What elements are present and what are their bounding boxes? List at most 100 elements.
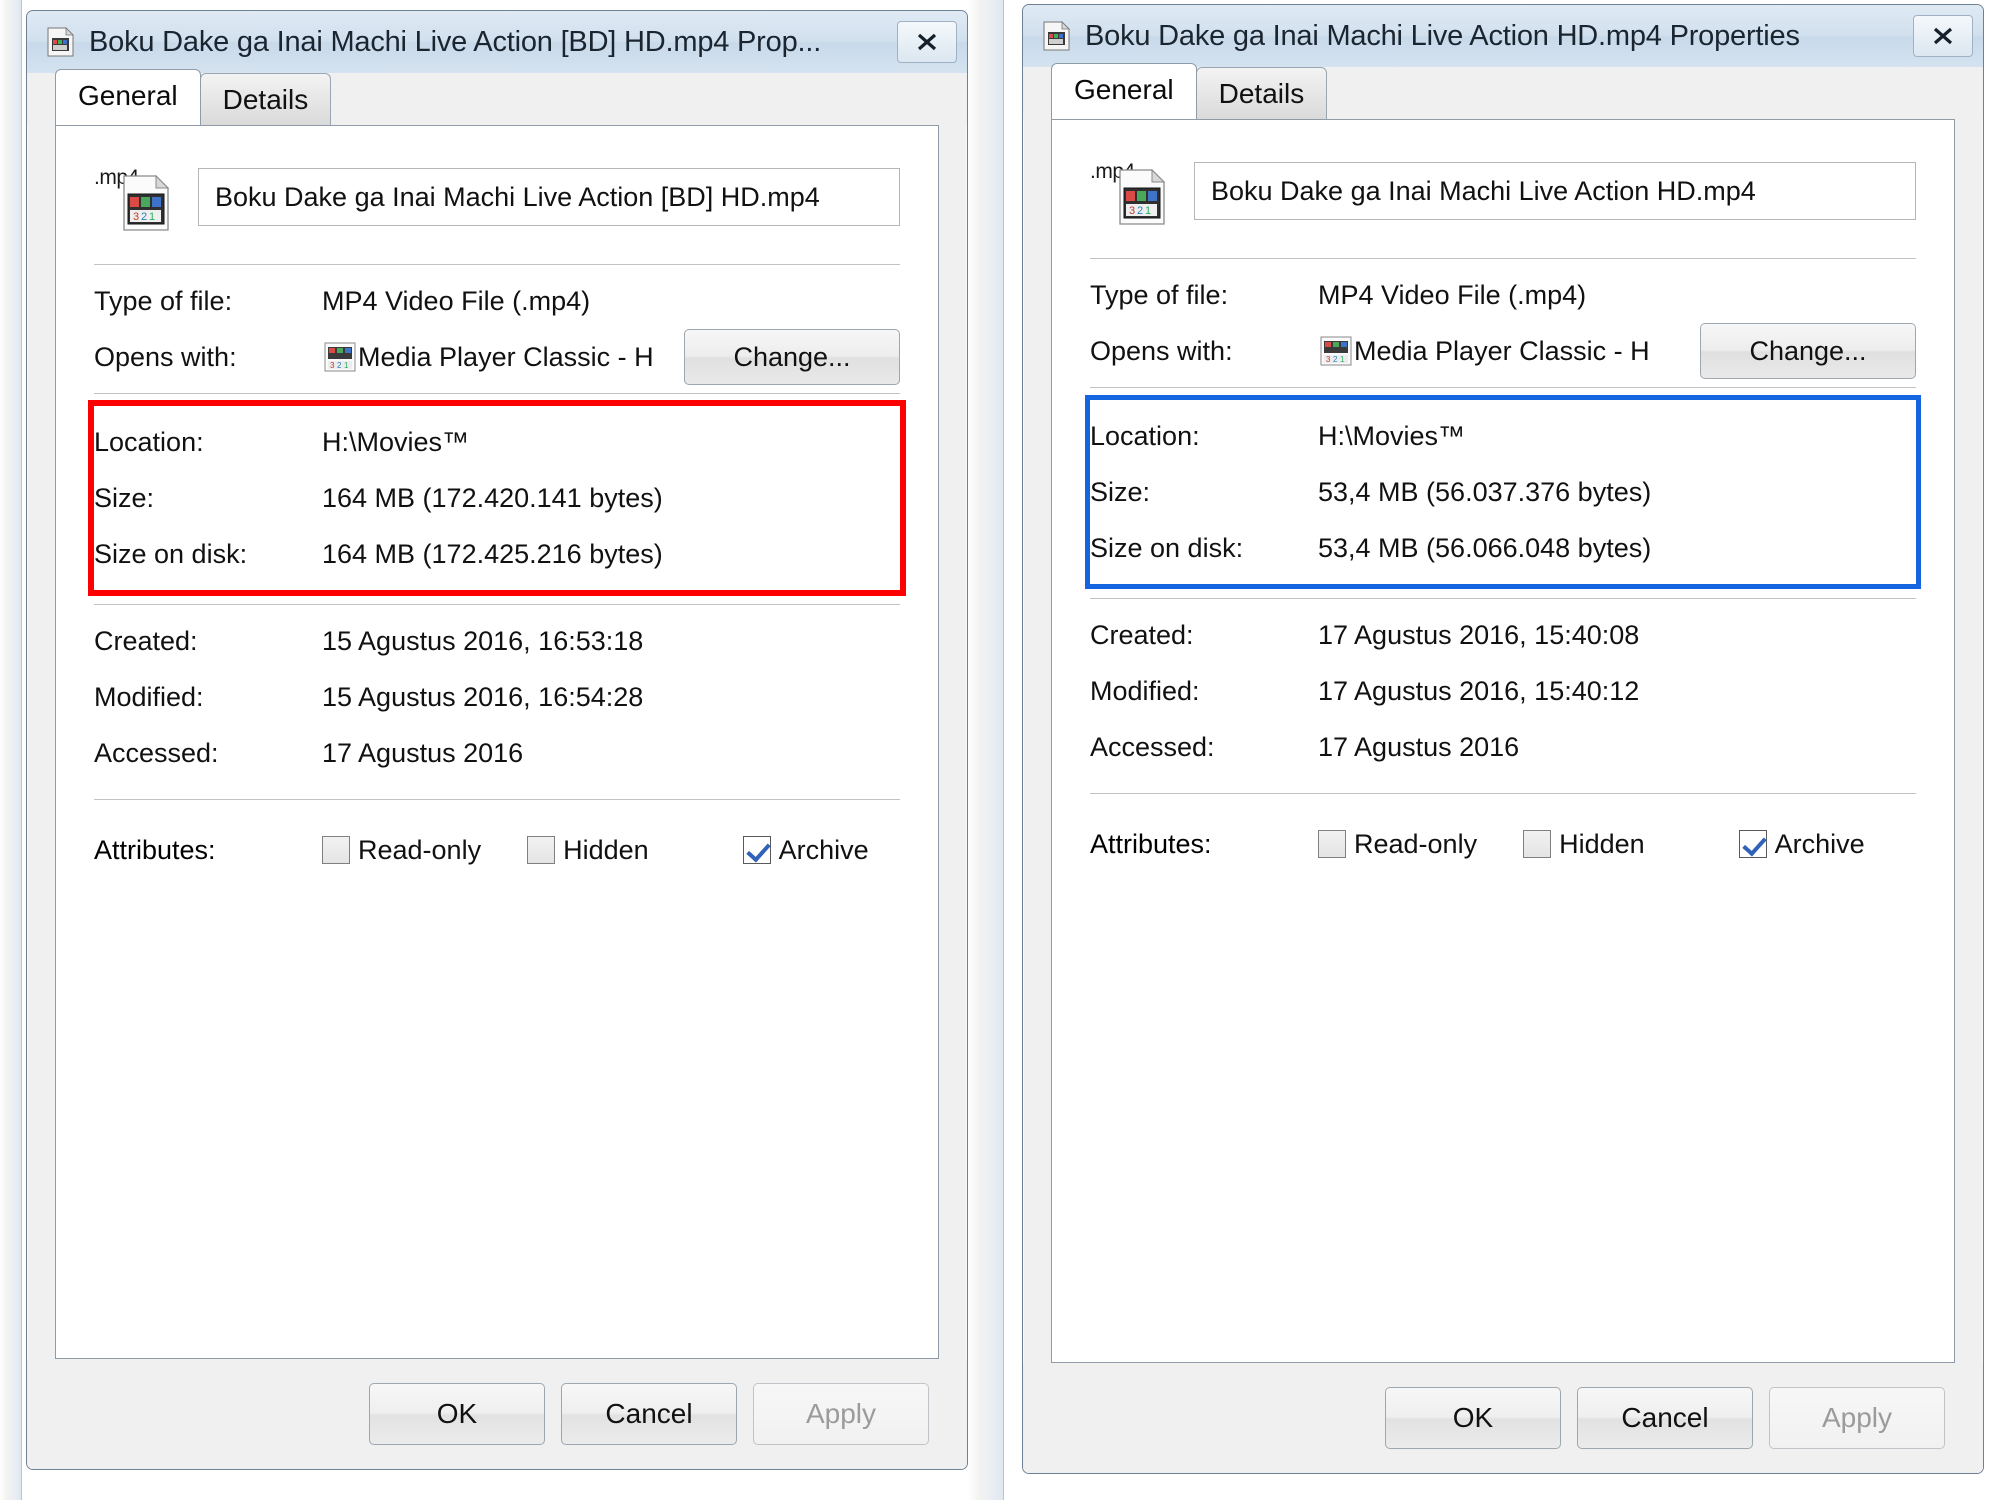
checkbox-label-read-only-right: Read-only — [1354, 828, 1478, 859]
modified-value-left: 15 Agustus 2016, 16:54:28 — [322, 681, 644, 712]
filename-value-left: Boku Dake ga Inai Machi Live Action [BD]… — [215, 181, 820, 212]
checkbox-box-read-only-right — [1318, 830, 1346, 858]
footer-right: OK Cancel Apply — [1023, 1363, 1983, 1473]
type-of-file-label-right: Type of file: — [1090, 279, 1229, 310]
tab-details-right[interactable]: Details — [1195, 67, 1328, 119]
size-label-left: Size: — [94, 482, 155, 513]
checkbox-hidden-right[interactable]: Hidden — [1523, 829, 1645, 860]
accessed-label-left: Accessed: — [94, 737, 219, 768]
filename-value-right: Boku Dake ga Inai Machi Live Action HD.m… — [1211, 175, 1756, 206]
dialog-title-right: Boku Dake ga Inai Machi Live Action HD.m… — [1085, 19, 1800, 52]
checkbox-read-only-left[interactable]: Read-only — [322, 835, 481, 866]
checkbox-label-read-only-left: Read-only — [358, 834, 482, 865]
media-player-classic-icon-left: 3 2 1 — [322, 340, 358, 374]
opens-with-value-left: Media Player Classic - H — [358, 341, 654, 372]
tabpage-general-left: .mp4 3 2 1 Boku Dake ga Inai Machi Live … — [55, 125, 939, 1359]
svg-text:3: 3 — [133, 211, 139, 223]
desktop-screen: Boku Dake ga Inai Machi Live Action [BD]… — [0, 0, 2000, 1500]
tab-details-left[interactable]: Details — [199, 73, 332, 125]
type-group-right: Type of file: MP4 Video File (.mp4) Open… — [1090, 259, 1916, 387]
checkbox-box-hidden-left — [527, 836, 556, 864]
size-value-left: 164 MB (172.420.141 bytes) — [322, 482, 663, 513]
type-of-file-row-left: Type of file: MP4 Video File (.mp4) — [94, 273, 900, 329]
checkbox-archive-left[interactable]: Archive — [742, 834, 869, 866]
cancel-button-left[interactable]: Cancel — [561, 1383, 737, 1445]
checkbox-box-archive-left — [742, 836, 771, 864]
separator-2-left — [94, 393, 900, 394]
checkbox-archive-right[interactable]: Archive — [1738, 829, 1865, 860]
properties-dialog-right[interactable]: Boku Dake ga Inai Machi Live Action HD.m… — [1022, 4, 1984, 1474]
accessed-value-left: 17 Agustus 2016 — [322, 737, 524, 768]
tab-general-left[interactable]: General — [55, 69, 201, 125]
location-label-right: Location: — [1090, 420, 1200, 451]
svg-text:2: 2 — [1333, 355, 1338, 364]
titlebar-right[interactable]: Boku Dake ga Inai Machi Live Action HD.m… — [1023, 5, 1983, 67]
size-on-disk-row-left: Size on disk: 164 MB (172.425.216 bytes) — [94, 526, 900, 582]
accessed-row-right: Accessed: 17 Agustus 2016 — [1090, 719, 1916, 775]
svg-text:2: 2 — [141, 211, 147, 223]
location-row-right: Location: H:\Movies™ — [1090, 408, 1916, 464]
svg-text:1: 1 — [1145, 205, 1151, 217]
size-on-disk-row-right: Size on disk: 53,4 MB (56.066.048 bytes) — [1090, 520, 1916, 576]
tab-general-right[interactable]: General — [1051, 63, 1197, 119]
separator-4-right — [1090, 793, 1916, 794]
checkbox-box-archive-right — [1738, 830, 1767, 858]
properties-dialog-left[interactable]: Boku Dake ga Inai Machi Live Action [BD]… — [26, 10, 968, 1470]
tabpage-general-right: .mp4 3 2 1 Boku Dake ga Inai Machi Live … — [1051, 119, 1955, 1363]
change-button-left[interactable]: Change... — [684, 329, 900, 385]
svg-text:1: 1 — [344, 361, 349, 370]
close-button-right[interactable] — [1913, 15, 1973, 57]
checkbox-read-only-right[interactable]: Read-only — [1318, 829, 1477, 860]
file-type-mp4-icon-right: .mp4 3 2 1 — [1090, 154, 1168, 228]
type-of-file-label-left: Type of file: — [94, 285, 233, 316]
cancel-button-right[interactable]: Cancel — [1577, 1387, 1753, 1449]
size-value-right: 53,4 MB (56.037.376 bytes) — [1318, 476, 1652, 507]
svg-text:2: 2 — [337, 361, 342, 370]
dates-group-right: Created: 17 Agustus 2016, 15:40:08 Modif… — [1090, 599, 1916, 783]
apply-button-left: Apply — [753, 1383, 929, 1445]
title-mp4-icon — [47, 27, 75, 57]
accessed-label-right: Accessed: — [1090, 731, 1215, 762]
accessed-row-left: Accessed: 17 Agustus 2016 — [94, 725, 900, 781]
checkbox-hidden-left[interactable]: Hidden — [527, 835, 649, 866]
svg-text:3: 3 — [1326, 355, 1331, 364]
created-row-right: Created: 17 Agustus 2016, 15:40:08 — [1090, 607, 1916, 663]
ok-button-right[interactable]: OK — [1385, 1387, 1561, 1449]
svg-text:2: 2 — [1137, 205, 1143, 217]
location-row-left: Location: H:\Movies™ — [94, 414, 900, 470]
location-value-right: H:\Movies™ — [1318, 420, 1466, 451]
type-of-file-value-left: MP4 Video File (.mp4) — [322, 285, 591, 316]
checkbox-box-hidden-right — [1523, 830, 1552, 858]
svg-text:1: 1 — [149, 211, 155, 223]
modified-label-left: Modified: — [94, 681, 204, 712]
file-type-mp4-icon-left: .mp4 3 2 1 — [94, 160, 172, 234]
created-value-left: 15 Agustus 2016, 16:53:18 — [322, 625, 644, 656]
filename-input-right[interactable]: Boku Dake ga Inai Machi Live Action HD.m… — [1194, 162, 1916, 220]
checkbox-label-hidden-right: Hidden — [1559, 828, 1645, 859]
filename-input-left[interactable]: Boku Dake ga Inai Machi Live Action [BD]… — [198, 168, 900, 226]
background-window-middle-sliver — [968, 0, 1004, 1500]
ok-button-left[interactable]: OK — [369, 1383, 545, 1445]
size-on-disk-value-right: 53,4 MB (56.066.048 bytes) — [1318, 532, 1652, 563]
title-mp4-icon-right — [1043, 21, 1071, 51]
created-label-right: Created: — [1090, 619, 1194, 650]
dialog-title-left: Boku Dake ga Inai Machi Live Action [BD]… — [89, 25, 822, 58]
blue-highlight-box: Location: H:\Movies™ Size: 53,4 MB (56.0… — [1085, 395, 1921, 589]
size-on-disk-label-right: Size on disk: — [1090, 532, 1244, 563]
checkbox-label-archive-left: Archive — [778, 834, 869, 865]
close-button-left[interactable] — [897, 21, 957, 63]
svg-text:1: 1 — [1340, 355, 1345, 364]
tabstrip-right: General Details — [1023, 63, 1983, 119]
background-window-left-sliver — [0, 0, 22, 1500]
modified-row-right: Modified: 17 Agustus 2016, 15:40:12 — [1090, 663, 1916, 719]
change-button-right[interactable]: Change... — [1700, 323, 1916, 379]
type-group-left: Type of file: MP4 Video File (.mp4) Open… — [94, 265, 900, 393]
titlebar-left[interactable]: Boku Dake ga Inai Machi Live Action [BD]… — [27, 11, 967, 73]
type-of-file-row-right: Type of file: MP4 Video File (.mp4) — [1090, 267, 1916, 323]
created-value-right: 17 Agustus 2016, 15:40:08 — [1318, 619, 1640, 650]
size-on-disk-value-left: 164 MB (172.425.216 bytes) — [322, 538, 663, 569]
attributes-label-left: Attributes: — [94, 834, 216, 865]
filename-row-right: .mp4 3 2 1 Boku Dake ga Inai Machi Live … — [1090, 154, 1916, 228]
close-icon — [917, 33, 937, 51]
checkbox-box-read-only-left — [322, 836, 350, 864]
